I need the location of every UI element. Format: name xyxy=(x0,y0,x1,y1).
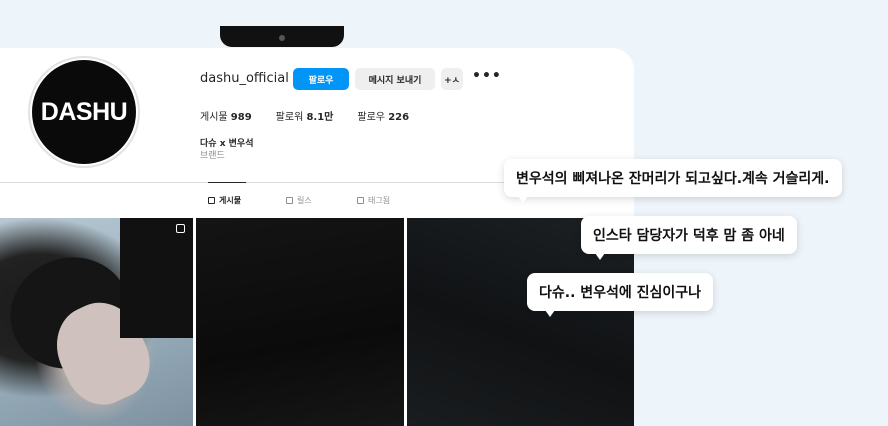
tab-reels-label: 릴스 xyxy=(297,196,312,205)
tab-posts[interactable]: 게시물 xyxy=(208,195,241,206)
posts-count[interactable]: 게시물 989 xyxy=(200,108,252,123)
tab-tagged[interactable]: 태그됨 xyxy=(357,195,390,206)
active-tab-indicator xyxy=(208,182,246,183)
phone-notch xyxy=(220,26,344,47)
tab-posts-label: 게시물 xyxy=(219,196,242,205)
post-thumbnail-1[interactable] xyxy=(0,218,193,426)
following-label: 팔로우 xyxy=(357,112,385,123)
profile-stats: 게시물 989 팔로워 8.1만 팔로우 226 xyxy=(200,108,409,123)
posts-label: 게시물 xyxy=(200,112,228,123)
avatar[interactable]: DASHU xyxy=(28,56,140,168)
add-user-icon[interactable]: +ㅅ xyxy=(441,68,463,90)
reels-icon xyxy=(286,197,293,204)
followers-label: 팔로워 xyxy=(275,112,304,123)
comment-bubble-1: 변우석의 삐져나온 잔머리가 되고싶다.계속 거슬리게. xyxy=(504,159,842,203)
followers-value: 8.1만 xyxy=(306,112,334,123)
comment-bubble-2: 인스타 담당자가 덕후 맘 좀 아네 xyxy=(581,216,797,260)
comment-bubble-3: 다슈.. 변우석에 진심이구나 xyxy=(527,273,714,317)
following-count[interactable]: 팔로우 226 xyxy=(357,108,409,123)
multi-image-icon xyxy=(176,224,185,233)
post-thumbnail-2[interactable] xyxy=(196,218,404,426)
grid-icon xyxy=(208,197,215,204)
following-value: 226 xyxy=(388,112,410,123)
avatar-logo: DASHU xyxy=(32,60,136,164)
tab-reels[interactable]: 릴스 xyxy=(286,195,312,206)
instagram-profile-screen: DASHU dashu_official 팔로우 메시지 보내기 +ㅅ ••• … xyxy=(0,48,634,426)
posts-value: 989 xyxy=(230,112,252,123)
tab-tagged-label: 태그됨 xyxy=(368,196,391,205)
camera-dot xyxy=(279,35,285,41)
tag-icon xyxy=(357,197,364,204)
username: dashu_official xyxy=(200,71,289,86)
followers-count[interactable]: 팔로워 8.1만 xyxy=(276,108,334,123)
follow-button[interactable]: 팔로우 xyxy=(293,68,349,90)
more-options-icon[interactable]: ••• xyxy=(472,68,502,84)
profile-category: 브랜드 xyxy=(200,151,225,161)
photo-shirt xyxy=(120,218,193,338)
message-button[interactable]: 메시지 보내기 xyxy=(355,68,435,90)
